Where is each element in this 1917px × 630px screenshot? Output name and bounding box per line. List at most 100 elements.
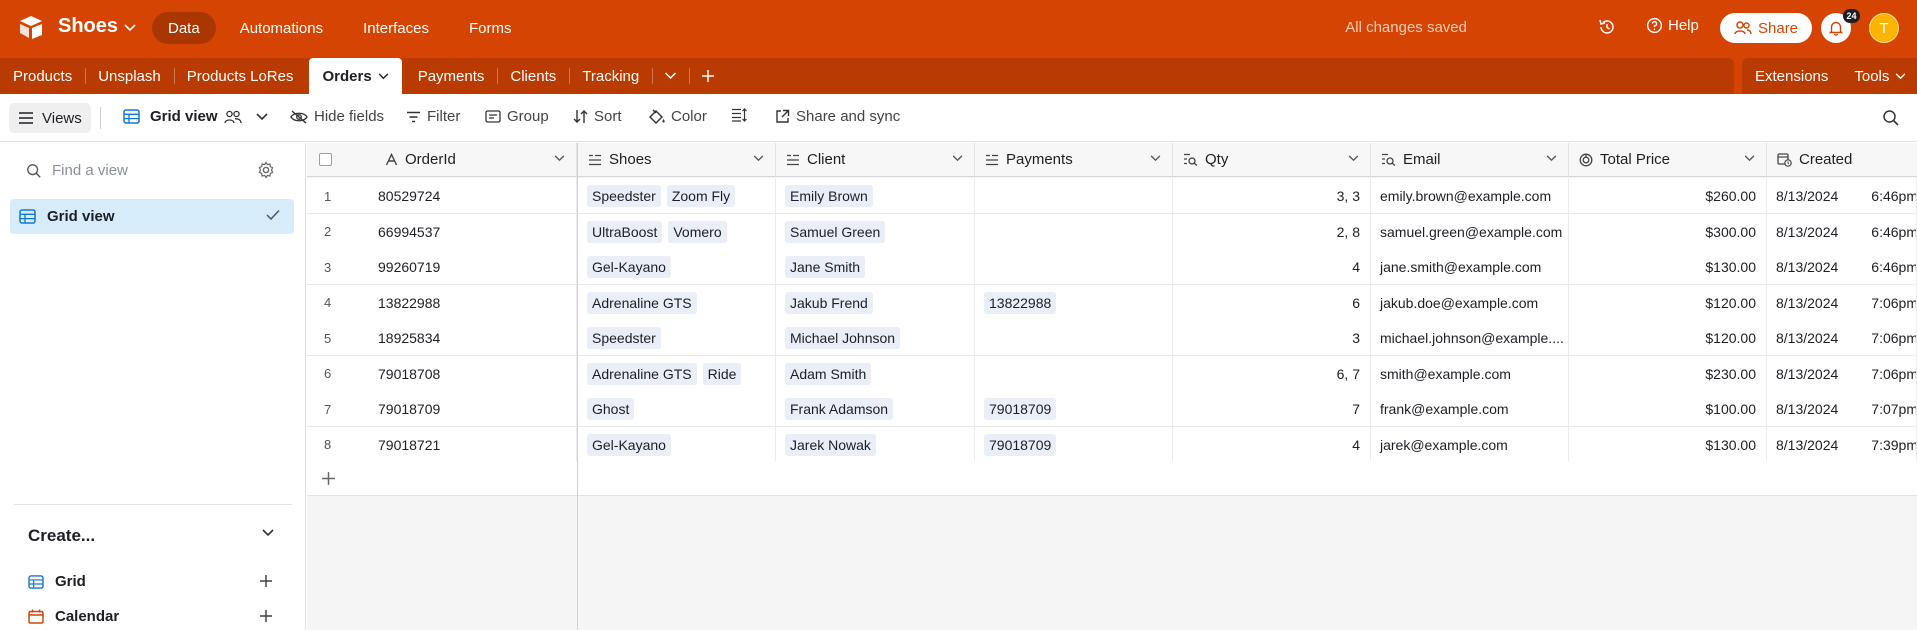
cell-total-price[interactable]: $230.00 — [1569, 355, 1767, 392]
sidebar-view-grid-view[interactable]: Grid view — [10, 199, 294, 234]
airtable-logo-icon[interactable] — [18, 14, 44, 40]
column-header-shoes[interactable]: Shoes — [578, 143, 776, 177]
share-and-sync-button[interactable]: Share and sync — [775, 108, 900, 125]
user-avatar[interactable]: T — [1869, 13, 1899, 43]
chevron-down-icon[interactable] — [753, 155, 764, 162]
select-all-checkbox[interactable] — [319, 153, 332, 166]
cell-payments[interactable] — [975, 320, 1173, 356]
cell-payments[interactable]: 79018709 — [975, 391, 1173, 427]
tab-unsplash[interactable]: Unsplash — [85, 58, 174, 94]
search-icon[interactable] — [1882, 109, 1900, 127]
tab-payments[interactable]: Payments — [405, 58, 498, 94]
cell-client[interactable]: Michael Johnson — [776, 320, 975, 356]
cell-total-price[interactable]: $100.00 — [1569, 391, 1767, 427]
share-button[interactable]: Share — [1720, 13, 1813, 43]
cell-orderid[interactable]: 79018721 — [369, 426, 577, 463]
nav-interfaces[interactable]: Interfaces — [347, 12, 445, 44]
add-table-button[interactable] — [689, 58, 727, 94]
linked-record-chip[interactable]: Adam Smith — [785, 362, 872, 385]
cell-total-price[interactable]: $130.00 — [1569, 426, 1767, 463]
cell-orderid[interactable]: 99260719 — [369, 249, 577, 285]
cell-client[interactable]: Frank Adamson — [776, 391, 975, 427]
linked-record-chip[interactable]: Jakub Frend — [785, 291, 873, 314]
column-header-client[interactable]: Client — [776, 143, 975, 177]
sort-button[interactable]: Sort — [573, 108, 622, 125]
linked-record-chip[interactable]: Jarek Nowak — [785, 433, 876, 456]
cell-shoes[interactable]: UltraBoost Vomero — [578, 213, 776, 250]
nav-automations[interactable]: Automations — [224, 12, 339, 44]
cell-client[interactable]: Emily Brown — [776, 178, 975, 214]
plus-icon[interactable] — [259, 574, 273, 588]
cell-created[interactable]: 8/13/2024 7:06pm — [1767, 320, 1917, 356]
cell-qty[interactable]: 7 — [1173, 391, 1371, 427]
gear-icon[interactable] — [257, 161, 275, 179]
hide-fields-button[interactable]: Hide fields — [290, 108, 384, 125]
cell-total-price[interactable]: $300.00 — [1569, 213, 1767, 250]
all-tables-button[interactable] — [652, 58, 689, 94]
cell-payments[interactable]: 13822988 — [975, 284, 1173, 321]
nav-forms[interactable]: Forms — [453, 12, 528, 44]
cell-client[interactable]: Jarek Nowak — [776, 426, 975, 463]
cell-email[interactable]: smith@example.com — [1371, 355, 1569, 392]
tab-orders[interactable]: Orders — [309, 58, 402, 94]
cell-total-price[interactable]: $120.00 — [1569, 320, 1767, 356]
cell-client[interactable]: Jane Smith — [776, 249, 975, 285]
linked-record-chip[interactable]: 79018709 — [984, 433, 1057, 456]
column-header-total-price[interactable]: Total Price — [1569, 143, 1767, 177]
cell-email[interactable]: frank@example.com — [1371, 391, 1569, 427]
cell-payments[interactable] — [975, 355, 1173, 392]
linked-record-chip[interactable]: 13822988 — [984, 291, 1057, 314]
chevron-down-icon[interactable] — [1150, 155, 1161, 162]
cell-client[interactable]: Adam Smith — [776, 355, 975, 392]
cell-qty[interactable]: 3, 3 — [1173, 178, 1371, 214]
cell-qty[interactable]: 3 — [1173, 320, 1371, 356]
cell-qty[interactable]: 4 — [1173, 426, 1371, 463]
chevron-down-icon[interactable] — [554, 155, 565, 162]
cell-payments[interactable] — [975, 213, 1173, 250]
linked-record-chip[interactable]: Jane Smith — [785, 256, 866, 278]
nav-data[interactable]: Data — [152, 12, 216, 44]
cell-created[interactable]: 8/13/2024 6:46pm — [1767, 249, 1917, 285]
column-header-orderid[interactable]: OrderId — [307, 143, 577, 177]
views-toggle-button[interactable]: Views — [9, 103, 91, 133]
tab-clients[interactable]: Clients — [497, 58, 569, 94]
row-height-button[interactable] — [731, 108, 747, 122]
linked-record-chip[interactable]: Ride — [702, 362, 742, 385]
cell-payments[interactable]: 79018709 — [975, 426, 1173, 463]
plus-icon[interactable] — [259, 609, 273, 623]
filter-button[interactable]: Filter — [406, 108, 460, 125]
cell-created[interactable]: 8/13/2024 6:46pm — [1767, 213, 1917, 250]
cell-orderid[interactable]: 18925834 — [369, 320, 577, 356]
column-header-email[interactable]: Email — [1371, 143, 1569, 177]
linked-record-chip[interactable]: UltraBoost — [587, 220, 663, 243]
plus-icon[interactable] — [321, 471, 336, 486]
cell-total-price[interactable]: $260.00 — [1569, 178, 1767, 214]
cell-shoes[interactable]: Speedster — [578, 320, 776, 356]
chevron-down-icon[interactable] — [1546, 155, 1557, 162]
chevron-down-icon[interactable] — [1348, 155, 1359, 162]
cell-email[interactable]: jane.smith@example.com — [1371, 249, 1569, 285]
cell-created[interactable]: 8/13/2024 6:46pm — [1767, 178, 1917, 214]
help-button[interactable]: Help — [1646, 17, 1699, 34]
cell-qty[interactable]: 4 — [1173, 249, 1371, 285]
cell-email[interactable]: michael.johnson@example.... — [1371, 320, 1569, 356]
linked-record-chip[interactable]: Vomero — [668, 220, 727, 243]
cell-shoes[interactable]: Ghost — [578, 391, 776, 427]
cell-shoes[interactable]: Gel-Kayano — [578, 249, 776, 285]
cell-email[interactable]: jarek@example.com — [1371, 426, 1569, 463]
cell-payments[interactable] — [975, 178, 1173, 214]
linked-record-chip[interactable]: Samuel Green — [785, 220, 886, 243]
cell-orderid[interactable]: 79018708 — [369, 355, 577, 392]
tab-products-lores[interactable]: Products LoRes — [173, 58, 307, 94]
cell-client[interactable]: Samuel Green — [776, 213, 975, 250]
column-header-created[interactable]: Created — [1767, 143, 1917, 177]
cell-payments[interactable] — [975, 249, 1173, 285]
linked-record-chip[interactable]: Emily Brown — [785, 185, 873, 207]
view-switcher[interactable]: Grid view — [123, 108, 268, 125]
cell-created[interactable]: 8/13/2024 7:06pm — [1767, 284, 1917, 321]
cell-orderid[interactable]: 80529724 — [369, 178, 577, 214]
cell-created[interactable]: 8/13/2024 7:06pm — [1767, 355, 1917, 392]
add-record-row[interactable] — [307, 461, 1917, 496]
history-icon[interactable] — [1597, 17, 1617, 37]
column-header-payments[interactable]: Payments — [975, 143, 1173, 177]
